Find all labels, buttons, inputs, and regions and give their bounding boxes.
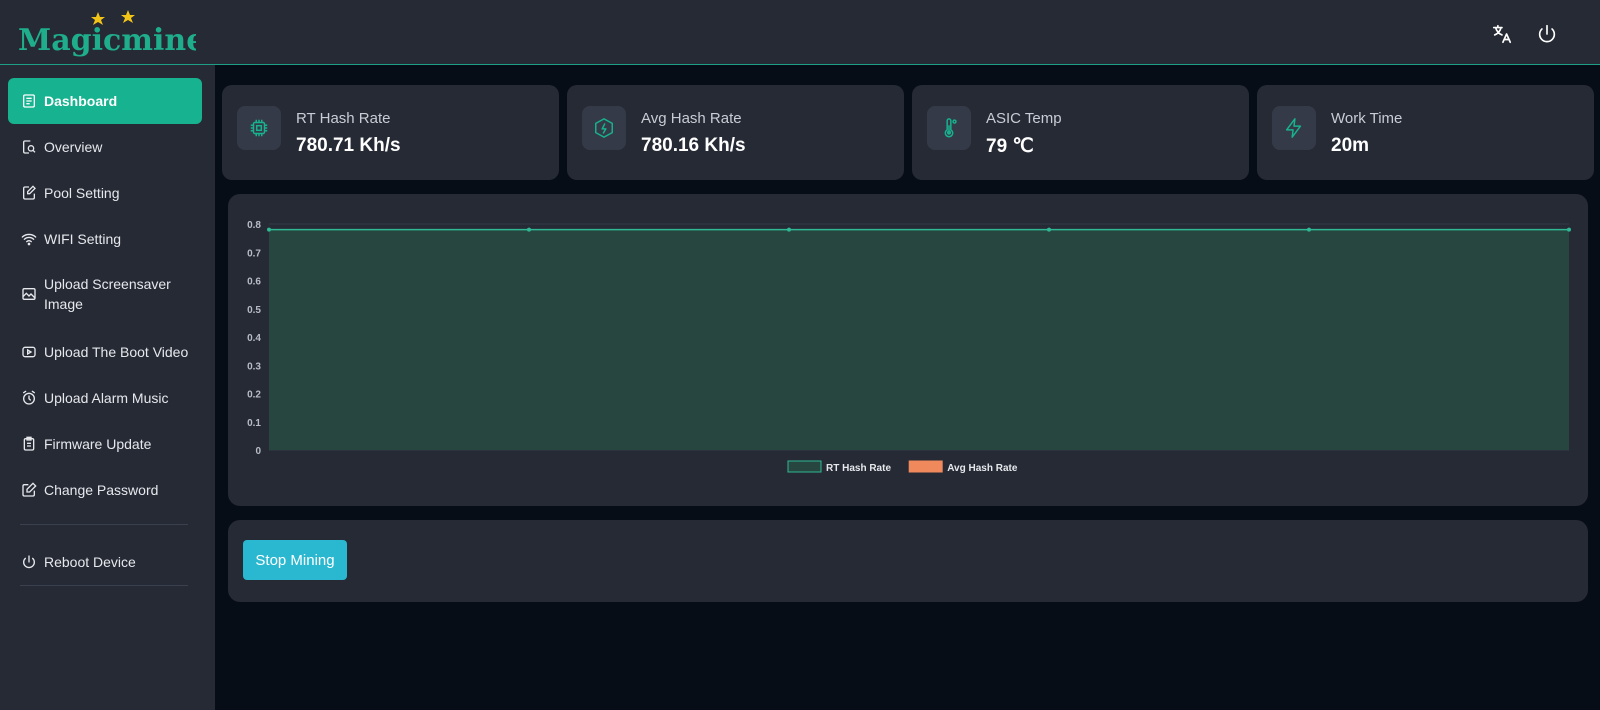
search-document-icon: [20, 138, 38, 156]
sidebar-item-upload-boot-video[interactable]: Upload The Boot Video: [8, 329, 202, 375]
rt-hash-rate-area: [269, 229, 1569, 450]
stat-label: RT Hash Rate: [296, 110, 391, 127]
sidebar-item-label: Change Password: [44, 482, 159, 498]
hash-rate-chart-panel: 0 0.1 0.2 0.3 0.4 0.5 0.6 0.7 0.8 RT Hash Rate Avg…: [228, 194, 1588, 506]
sidebar-item-overview[interactable]: Overview: [8, 124, 202, 170]
stat-value: 20m: [1331, 135, 1370, 156]
rt-hash-rate-point: [527, 227, 531, 232]
sidebar-item-reboot-device[interactable]: Reboot Device: [8, 539, 202, 585]
sidebar-divider: [20, 585, 188, 586]
y-tick-label: 0.2: [247, 390, 261, 401]
legend-swatch: [908, 460, 943, 473]
sidebar-item-dashboard[interactable]: Dashboard: [8, 78, 202, 124]
sidebar: Dashboard Overview Pool Setting WIFI Set…: [0, 65, 215, 710]
edit-icon: [20, 481, 38, 499]
stat-label: Avg Hash Rate: [641, 110, 742, 127]
edit-document-icon: [20, 184, 38, 202]
sidebar-item-pool-setting[interactable]: Pool Setting: [8, 170, 202, 216]
logo-text: Magicminer: [18, 23, 196, 58]
image-icon: [20, 285, 38, 303]
stat-card-avg-hash-rate: Avg Hash Rate 780.16 Kh/s: [567, 85, 904, 180]
legend-swatch: [787, 460, 822, 473]
y-tick-label: 0.8: [247, 220, 261, 231]
rt-hash-rate-point: [1047, 227, 1051, 232]
y-tick-label: 0.3: [247, 361, 261, 372]
magicminer-logo: Magicminer: [18, 10, 196, 58]
y-tick-label: 0.7: [247, 248, 261, 259]
sidebar-item-change-password[interactable]: Change Password: [8, 467, 202, 513]
sidebar-item-label: Upload Alarm Music: [44, 390, 169, 406]
video-icon: [20, 343, 38, 361]
stat-label: Work Time: [1331, 110, 1403, 127]
sidebar-item-firmware-update[interactable]: Firmware Update: [8, 421, 202, 467]
wifi-icon: [20, 230, 38, 248]
thermometer-icon: [927, 106, 971, 150]
y-tick-label: 0.1: [247, 418, 261, 429]
hexagon-bolt-icon: [582, 106, 626, 150]
chip-icon: [237, 106, 281, 150]
stat-card-asic-temp: ASIC Temp 79 ℃: [912, 85, 1249, 180]
y-tick-label: 0: [255, 446, 261, 457]
sidebar-item-label: Dashboard: [44, 93, 118, 109]
sidebar-item-upload-alarm-music[interactable]: Upload Alarm Music: [8, 375, 202, 421]
top-header: Magicminer: [0, 0, 1600, 65]
sidebar-item-label: Overview: [44, 139, 103, 155]
y-tick-label: 0.6: [247, 277, 261, 288]
power-icon[interactable]: [1535, 22, 1559, 46]
legend-label: RT Hash Rate: [826, 463, 891, 474]
legend-label: Avg Hash Rate: [947, 463, 1018, 474]
y-tick-label: 0.5: [247, 305, 261, 316]
rt-hash-rate-point: [1567, 227, 1571, 232]
hash-rate-chart: 0 0.1 0.2 0.3 0.4 0.5 0.6 0.7 0.8 RT Hash Rate Avg…: [247, 220, 1571, 474]
list-icon: [20, 92, 38, 110]
alarm-clock-icon: [20, 389, 38, 407]
stop-mining-button[interactable]: Stop Mining: [243, 540, 347, 580]
sidebar-item-label: Upload The Boot Video: [44, 344, 189, 360]
sidebar-item-label: Reboot Device: [44, 554, 136, 570]
sidebar-item-wifi-setting[interactable]: WIFI Setting: [8, 216, 202, 262]
clipboard-icon: [20, 435, 38, 453]
stat-card-work-time: Work Time 20m: [1257, 85, 1594, 180]
sidebar-item-label: WIFI Setting: [44, 231, 122, 247]
sidebar-item-label: Pool Setting: [44, 185, 120, 201]
mining-actions-panel: Stop Mining: [228, 520, 1588, 602]
rt-hash-rate-point: [267, 227, 271, 232]
stat-value: 780.71 Kh/s: [296, 135, 401, 156]
power-icon: [20, 553, 38, 571]
translate-icon[interactable]: [1490, 22, 1514, 46]
sidebar-divider: [20, 524, 188, 525]
bolt-icon: [1272, 106, 1316, 150]
stat-value: 79 ℃: [986, 136, 1034, 157]
rt-hash-rate-point: [787, 227, 791, 232]
stat-value: 780.16 Kh/s: [641, 135, 746, 156]
sidebar-item-label: Upload Screensaver Image: [44, 276, 171, 312]
stat-label: ASIC Temp: [986, 110, 1062, 127]
sidebar-item-label: Firmware Update: [44, 436, 152, 452]
y-tick-label: 0.4: [247, 333, 261, 344]
stat-card-rt-hash-rate: RT Hash Rate 780.71 Kh/s: [222, 85, 559, 180]
rt-hash-rate-point: [1307, 227, 1311, 232]
sidebar-item-upload-screensaver[interactable]: Upload Screensaver Image: [8, 265, 202, 323]
